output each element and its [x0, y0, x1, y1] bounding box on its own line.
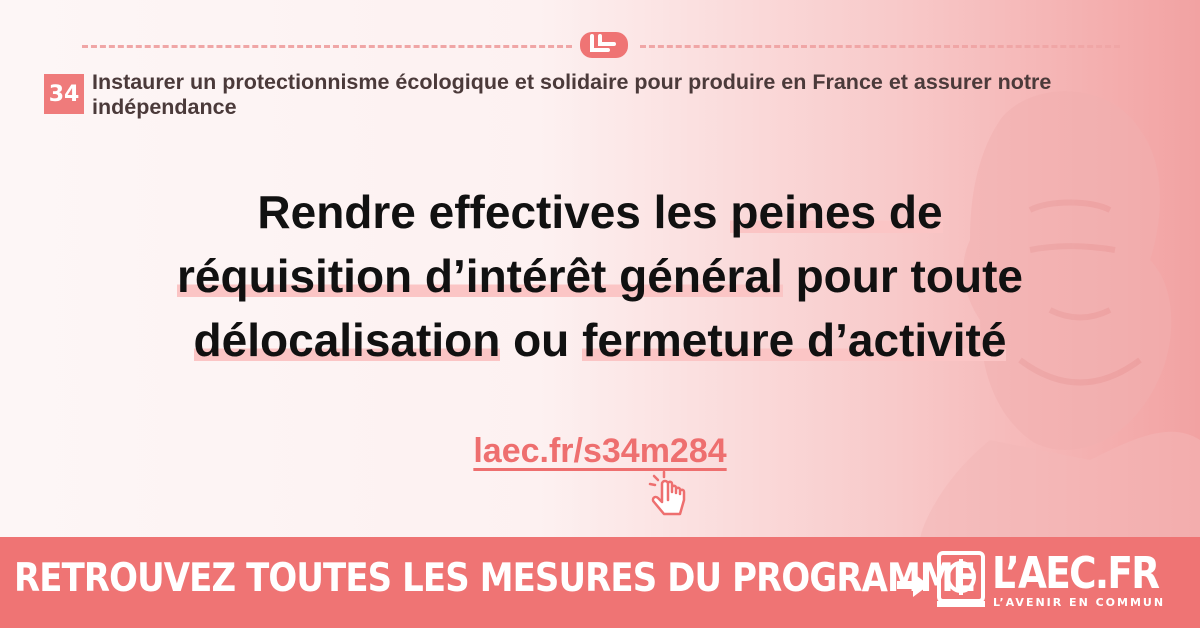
measure-headline: Rendre effectives les peines de réquisit… [60, 180, 1140, 372]
chapter-title: Instaurer un protectionnisme écologique … [92, 70, 1052, 119]
pointer-hand-icon [648, 470, 686, 516]
footer-cta[interactable]: RETROUVEZ TOUTES LES MESURES DU PROGRAMM… [14, 556, 976, 601]
headline-text: ou [500, 314, 583, 366]
headline-text: Rendre effectives les [257, 186, 731, 238]
chapter-number-badge: 34 [44, 74, 84, 114]
divider-left [82, 45, 572, 48]
divider-right [640, 45, 1120, 48]
headline-highlight: délocalisation [193, 314, 501, 366]
arrow-right-icon [897, 573, 929, 597]
logo-tagline: L’AVENIR EN COMMUN [993, 596, 1166, 609]
headline-highlight: fermeture d’activité [582, 314, 1007, 366]
headline-text: pour toute [782, 250, 1023, 302]
phi-logo-icon[interactable] [937, 551, 985, 609]
headline-highlight: réquisition d’intérêt général [177, 250, 783, 302]
handshake-icon [580, 32, 628, 58]
logo-wordmark[interactable]: L’AEC.FR [992, 548, 1160, 599]
headline-highlight: peines de [730, 186, 943, 238]
measure-link[interactable]: laec.fr/s34m284 [420, 432, 780, 471]
